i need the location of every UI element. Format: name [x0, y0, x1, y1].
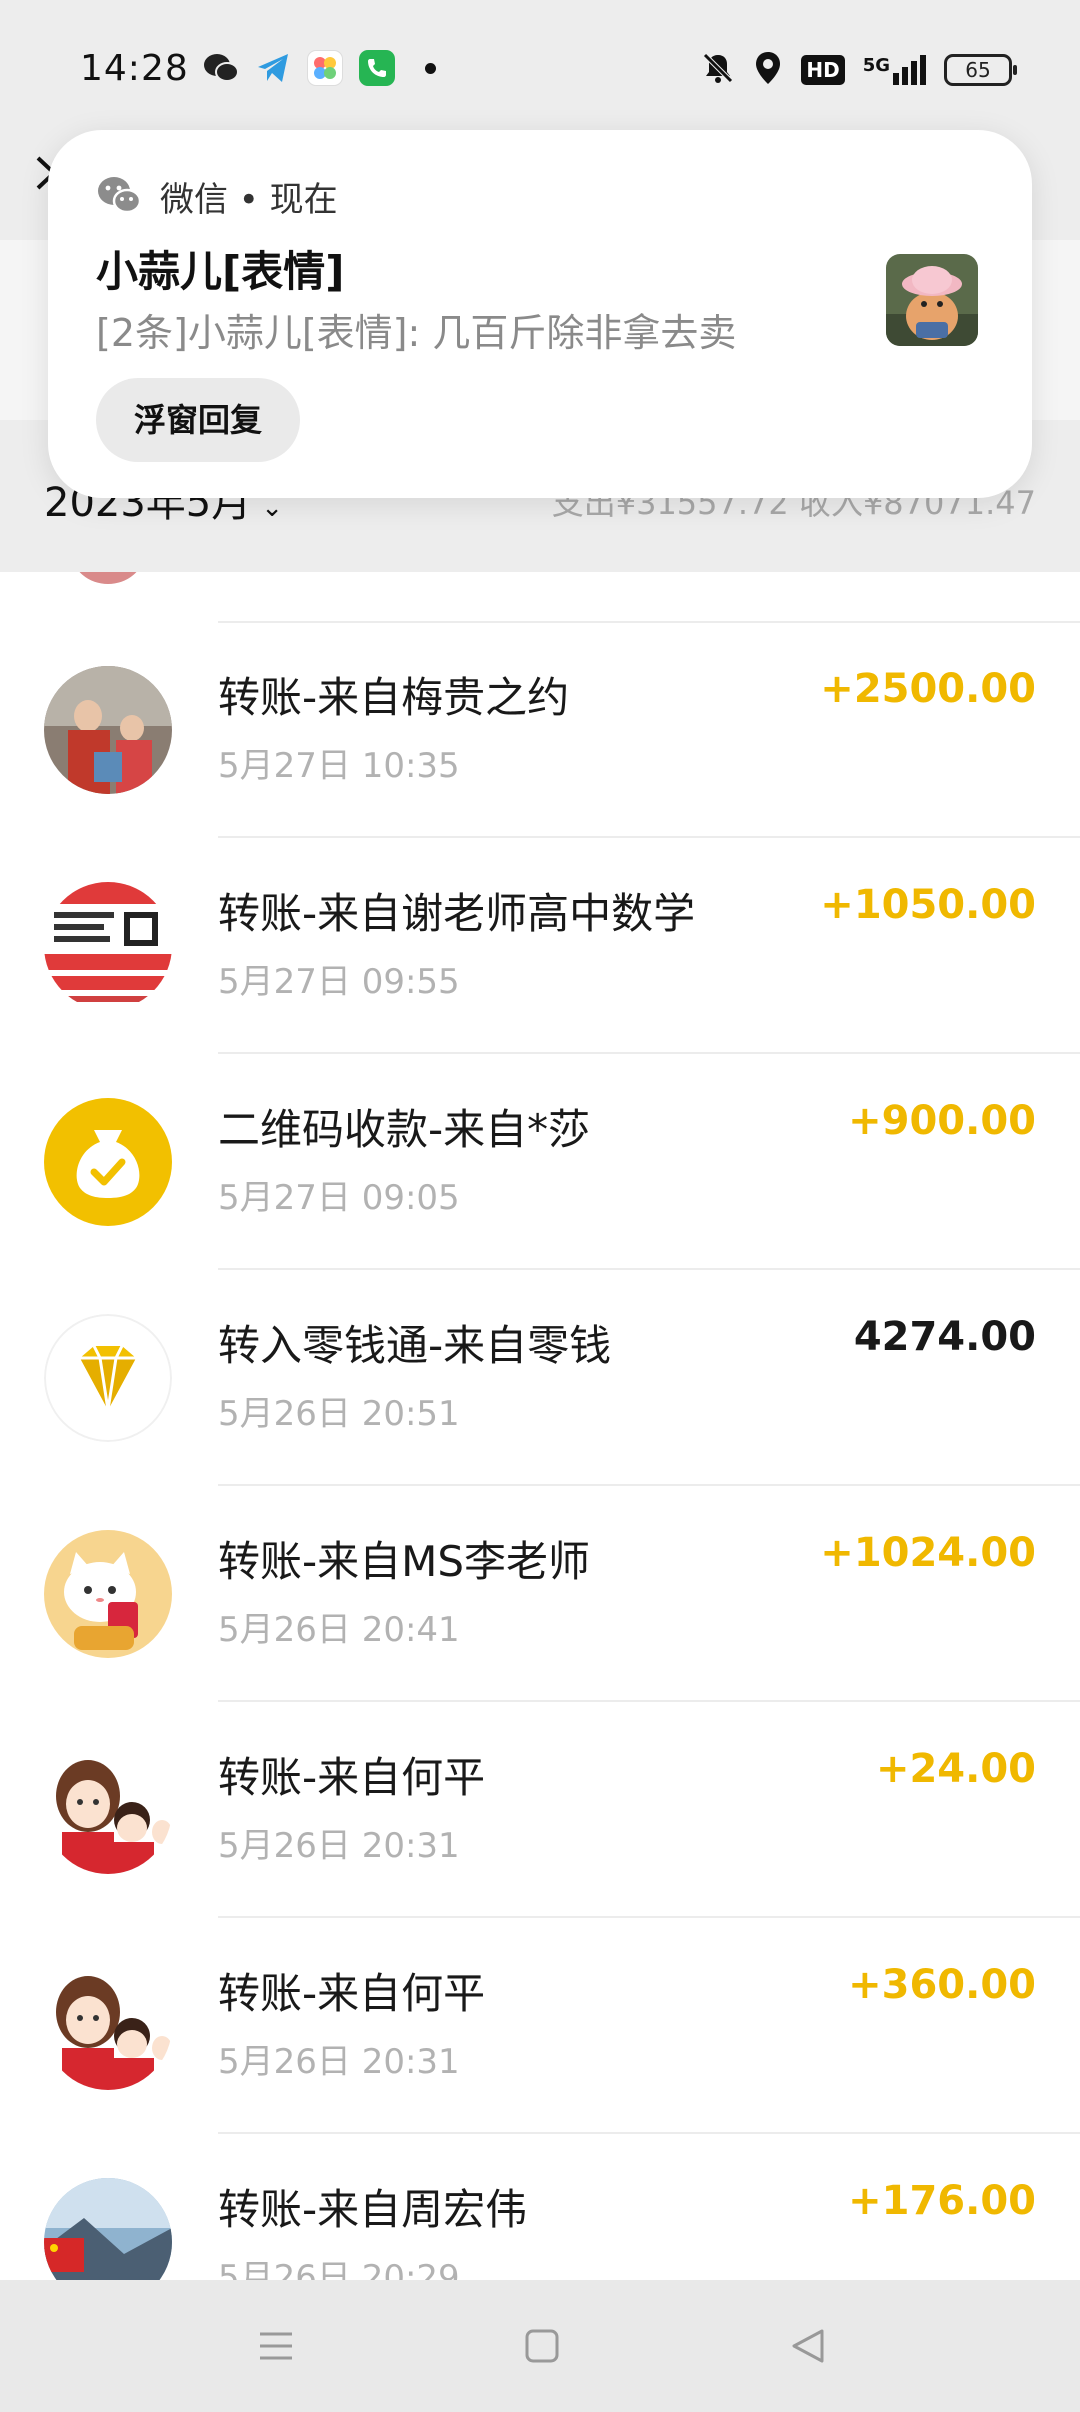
transaction-title: 转账-来自周宏伟: [218, 2185, 528, 2234]
telegram-icon: [255, 50, 291, 86]
status-time: 14:28: [80, 48, 189, 89]
transaction-title: 转入零钱通-来自零钱: [218, 1321, 612, 1370]
transaction-time: 5月26日 20:31: [218, 1826, 460, 1866]
transaction-amount: +1024.00: [820, 1530, 1036, 1576]
transaction-row[interactable]: 转账-来自梅贵之约 5月27日 10:35 +2500.00: [0, 622, 1080, 838]
payer-avatar: [44, 1962, 172, 2090]
signal-icon: 5G: [863, 55, 926, 85]
wechat-icon: [203, 50, 239, 86]
transaction-title: 转账-来自梅贵之约: [218, 673, 570, 722]
status-system-icons: HD 5G 65: [701, 50, 1017, 90]
mute-icon: [701, 51, 735, 89]
transaction-time: 5月27日 10:35: [218, 746, 460, 786]
payer-avatar: [44, 2178, 172, 2280]
transaction-amount: 4274.00: [853, 1314, 1036, 1360]
transaction-title: 转账-来自MS李老师: [218, 1537, 591, 1586]
status-bar: 14:28 HD 5G 65: [0, 0, 1080, 140]
transaction-title: 二维码收款-来自*莎: [218, 1105, 591, 1154]
status-app-icons: [203, 50, 436, 86]
more-notifications-dot: [425, 62, 436, 74]
transaction-row[interactable]: 转账-来自周宏伟 5月26日 20:29 +176.00: [0, 2134, 1080, 2280]
transaction-amount: +900.00: [848, 1098, 1036, 1144]
notification-app-row: 微信 • 现在: [96, 172, 338, 221]
home-icon[interactable]: [512, 2316, 572, 2376]
wechat-icon: [96, 175, 142, 219]
menu-icon[interactable]: [246, 2316, 306, 2376]
transaction-time: 5月26日 20:31: [218, 2042, 460, 2082]
transaction-row[interactable]: 转账-来自谢老师高中数学 5月27日 09:55 +1050.00: [0, 838, 1080, 1054]
transaction-title: 转账-来自谢老师高中数学: [218, 889, 696, 938]
transaction-row[interactable]: 转账-来自何平 5月26日 20:31 +24.00: [0, 1702, 1080, 1918]
floating-reply-button[interactable]: 浮窗回复: [96, 378, 301, 462]
notification-app-name: 微信 • 现在: [160, 180, 338, 220]
transaction-time: 5月27日 09:55: [218, 962, 460, 1002]
money-bag-icon: [44, 1098, 172, 1226]
network-type: 5G: [862, 55, 890, 76]
transaction-title: 转账-来自何平: [218, 1969, 486, 2018]
transaction-amount: +2500.00: [820, 666, 1036, 712]
transaction-time: 5月27日 09:05: [218, 1178, 460, 1218]
notification-body: [2条]小蒜儿[表情]: 几百斤除非拿去卖: [96, 311, 737, 355]
transaction-amount: +24.00: [875, 1746, 1036, 1792]
transaction-row[interactable]: 转入零钱通-来自零钱 5月26日 20:51 4274.00: [0, 1270, 1080, 1486]
location-icon: [753, 50, 783, 90]
hd-badge: HD: [801, 55, 845, 85]
notification-title: 小蒜儿[表情]: [96, 247, 345, 296]
payer-avatar: [44, 882, 172, 1010]
phone-icon: [359, 50, 395, 86]
transaction-amount: +360.00: [848, 1962, 1036, 2008]
transaction-row[interactable]: 二维码收款-来自*莎 5月27日 09:05 +900.00: [0, 1054, 1080, 1270]
back-nav-icon[interactable]: [778, 2316, 838, 2376]
battery-indicator: 65: [944, 54, 1017, 86]
system-nav-bar: [0, 2280, 1080, 2412]
transaction-amount: +1050.00: [820, 882, 1036, 928]
transaction-row[interactable]: 转账-来自MS李老师 5月26日 20:41 +1024.00: [0, 1486, 1080, 1702]
transaction-title: 转账-来自何平: [218, 1753, 486, 1802]
sender-avatar: [886, 254, 978, 346]
transaction-list: 转账-来自梅贵之约 5月27日 10:35 +2500.00 转账-来自谢老师高中数学…: [0, 572, 1080, 2280]
transaction-time: 5月26日 20:29: [218, 2258, 460, 2280]
transaction-row[interactable]: 转账-来自何平 5月26日 20:31 +360.00: [0, 1918, 1080, 2134]
payer-avatar: [44, 1746, 172, 1874]
transaction-amount: +176.00: [848, 2178, 1036, 2224]
payer-avatar: [44, 1530, 172, 1658]
transaction-time: 5月26日 20:51: [218, 1394, 460, 1434]
transaction-time: 5月26日 20:41: [218, 1610, 460, 1650]
payer-avatar: [44, 666, 172, 794]
diamond-icon: [44, 1314, 172, 1442]
wechat-notification[interactable]: 微信 • 现在 小蒜儿[表情] [2条]小蒜儿[表情]: 几百斤除非拿去卖 浮窗…: [48, 130, 1032, 498]
photos-icon: [307, 50, 343, 86]
